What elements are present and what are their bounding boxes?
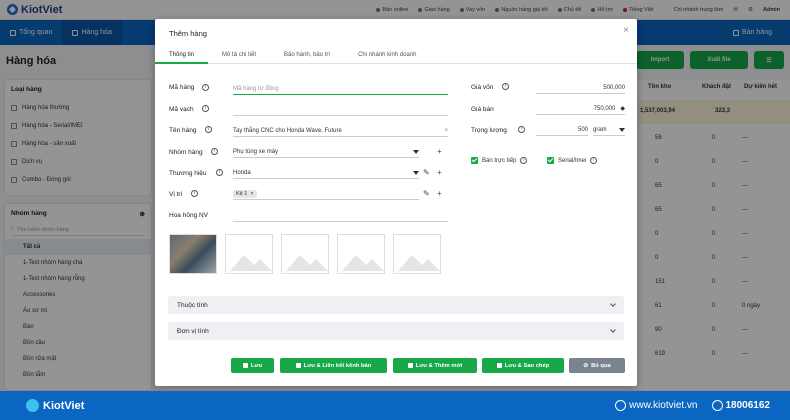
name-label: Tên hàng [169,127,197,134]
footer-logo: KiotViet [26,399,84,412]
footer-banner: KiotViet www.kiotviet.vn 18006162 [0,391,790,420]
commission-input[interactable] [233,210,448,222]
image-placeholder[interactable] [393,234,441,274]
cost-label: Giá vốn [471,84,494,91]
remove-tag-icon[interactable]: × [250,191,253,197]
image-placeholder[interactable] [281,234,329,274]
product-image[interactable] [169,234,217,274]
chevron-down-icon [610,301,616,307]
tab-branches[interactable]: Chi nhánh kinh doanh [344,48,430,64]
location-input[interactable]: Kệ 1 × [233,188,419,200]
image-placeholder[interactable] [337,234,385,274]
kiotviet-logo-icon [26,399,39,412]
save-icon [407,363,413,368]
weight-unit-select[interactable]: gram [593,124,625,136]
footer-phone[interactable]: 18006162 [711,400,770,411]
info-icon[interactable]: i [202,105,209,112]
code-input[interactable]: Mã hàng tự động [233,83,448,95]
info-icon[interactable]: i [518,126,525,133]
save-icon [496,363,502,368]
cost-input[interactable]: 500,000 [536,82,625,94]
location-tag[interactable]: Kệ 1 × [233,189,257,198]
save-button[interactable]: Lưu [231,358,274,373]
info-icon[interactable]: i [211,148,218,155]
ban-icon: ⊘ [583,362,589,369]
info-icon[interactable]: i [502,83,509,90]
info-icon[interactable]: i [191,190,198,197]
info-icon[interactable]: i [216,169,223,176]
price-label: Giá bán [471,106,494,113]
tab-description[interactable]: Mô tả chi tiết [208,48,270,64]
serial-checkbox[interactable]: Serial/Imei i [547,157,598,164]
dialog-tabs: Thông tin Mô tả chi tiết Bảo hành, bảo t… [155,48,637,64]
edit-icon[interactable]: ✎ [423,168,430,177]
phone-icon [711,400,723,411]
save-link-button[interactable]: Lưu & Liên kết kênh bán [280,358,387,373]
check-icon [471,157,478,164]
info-icon[interactable]: i [590,157,598,164]
add-icon[interactable]: + [437,168,442,177]
add-product-dialog: Thêm hàng × Thông tin Mô tả chi tiết Bảo… [155,19,637,386]
add-icon[interactable]: + [437,189,442,198]
group-select[interactable]: Phụ tùng xe máy [233,146,419,158]
chevron-down-icon [619,127,625,132]
edit-icon[interactable]: ✎ [423,189,430,198]
close-icon[interactable]: × [623,25,629,36]
save-icon [242,363,248,368]
info-icon[interactable]: i [205,126,212,133]
name-input[interactable]: Tay thắng CNC cho Honda Wave, Future × [233,125,448,137]
commission-label: Hoa hồng NV [169,212,209,219]
add-icon[interactable]: + [437,147,442,156]
group-label: Nhóm hàng [169,149,203,156]
save-copy-button[interactable]: Lưu & Sao chép [482,358,564,373]
check-icon [547,157,554,164]
tab-warranty[interactable]: Bảo hành, bảo trì [270,48,344,64]
brand-label: Thương hiệu [169,170,207,177]
weight-input[interactable]: 500 [536,124,588,136]
code-label: Mã hàng [169,84,195,91]
tag-icon[interactable]: ◆ [620,105,625,112]
chevron-down-icon [413,170,419,175]
skip-button[interactable]: ⊘ Bỏ qua [569,358,625,373]
chevron-down-icon [413,149,419,154]
footer-website[interactable]: www.kiotviet.vn [615,400,698,411]
clear-icon[interactable]: × [444,128,448,134]
info-icon[interactable]: i [520,157,528,164]
image-placeholder[interactable] [225,234,273,274]
weight-label: Trọng lượng [471,127,507,134]
location-label: Vị trí [169,191,183,198]
save-new-button[interactable]: Lưu & Thêm mới [393,358,477,373]
brand-select[interactable]: Honda [233,167,419,179]
barcode-label: Mã vạch [169,106,194,113]
info-icon[interactable]: i [202,84,209,91]
chevron-down-icon [610,327,616,333]
globe-icon [615,400,627,411]
tab-info[interactable]: Thông tin [155,48,209,64]
direct-sale-checkbox[interactable]: Bán trực tiếp i [471,157,528,164]
units-section[interactable]: Đơn vị tính [168,322,624,340]
barcode-input[interactable] [233,104,448,116]
dialog-title: Thêm hàng [169,29,207,38]
price-input[interactable]: 750,000 ◆ [536,103,625,115]
save-icon [295,363,301,368]
attributes-section[interactable]: Thuộc tính [168,296,624,314]
